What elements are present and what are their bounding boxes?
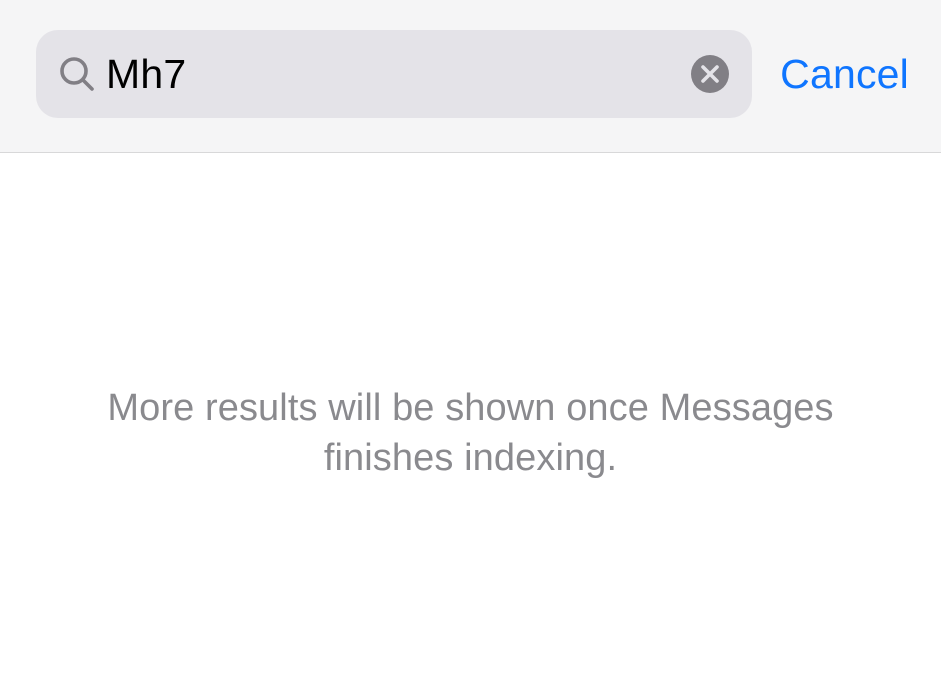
search-header: Cancel (0, 0, 941, 153)
clear-button[interactable] (690, 54, 730, 94)
search-field[interactable] (36, 30, 752, 118)
cancel-button[interactable]: Cancel (780, 51, 909, 98)
clear-icon (690, 54, 730, 94)
empty-state-message: More results will be shown once Messages… (0, 383, 941, 483)
search-icon (58, 55, 96, 93)
results-area: More results will be shown once Messages… (0, 153, 941, 483)
search-input[interactable] (106, 51, 690, 98)
